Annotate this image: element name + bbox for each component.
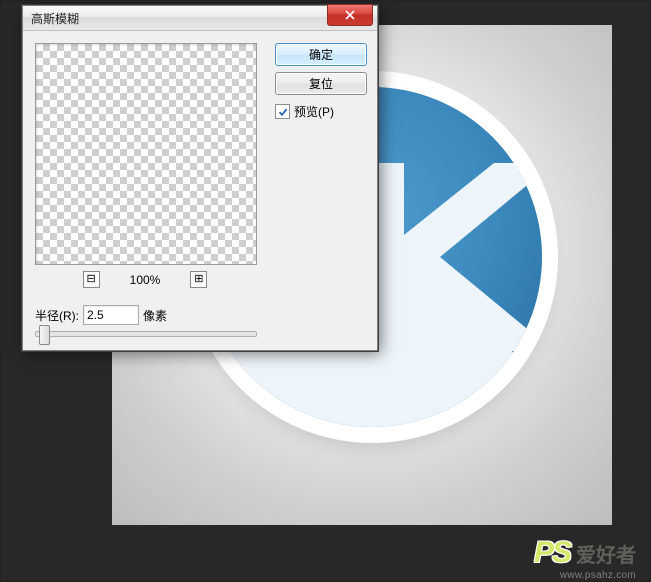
radius-input[interactable] bbox=[83, 305, 139, 325]
preview-thumbnail[interactable] bbox=[35, 43, 257, 265]
minus-icon: ⊟ bbox=[87, 274, 96, 285]
dialog-titlebar[interactable]: 高斯模糊 bbox=[23, 6, 377, 31]
reset-button-label: 复位 bbox=[309, 75, 333, 92]
watermark: PS 爱好者 bbox=[534, 536, 636, 570]
zoom-percentage: 100% bbox=[130, 273, 161, 287]
gaussian-blur-dialog: 高斯模糊 ⊟ 100% ⊞ 半径(R): 像素 确定 bbox=[22, 5, 378, 351]
reset-button[interactable]: 复位 bbox=[275, 72, 367, 95]
watermark-brand: PS bbox=[534, 536, 570, 570]
checkmark-icon bbox=[278, 107, 288, 117]
radius-unit: 像素 bbox=[143, 307, 167, 324]
radius-slider[interactable] bbox=[35, 331, 257, 337]
ok-button-label: 确定 bbox=[309, 46, 333, 63]
watermark-url: www.psahz.com bbox=[560, 570, 636, 581]
radius-label: 半径(R): bbox=[35, 307, 79, 324]
close-icon bbox=[345, 10, 355, 20]
radius-slider-thumb[interactable] bbox=[39, 325, 50, 345]
preview-checkbox-row[interactable]: 预览(P) bbox=[275, 103, 367, 120]
watermark-text: 爱好者 bbox=[576, 539, 636, 568]
preview-checkbox-label: 预览(P) bbox=[294, 103, 334, 120]
plus-icon: ⊞ bbox=[194, 274, 203, 285]
ok-button[interactable]: 确定 bbox=[275, 43, 367, 66]
zoom-out-button[interactable]: ⊟ bbox=[83, 271, 100, 288]
dialog-title: 高斯模糊 bbox=[31, 10, 79, 27]
zoom-in-button[interactable]: ⊞ bbox=[190, 271, 207, 288]
close-button[interactable] bbox=[327, 4, 373, 26]
preview-checkbox[interactable] bbox=[275, 104, 290, 119]
